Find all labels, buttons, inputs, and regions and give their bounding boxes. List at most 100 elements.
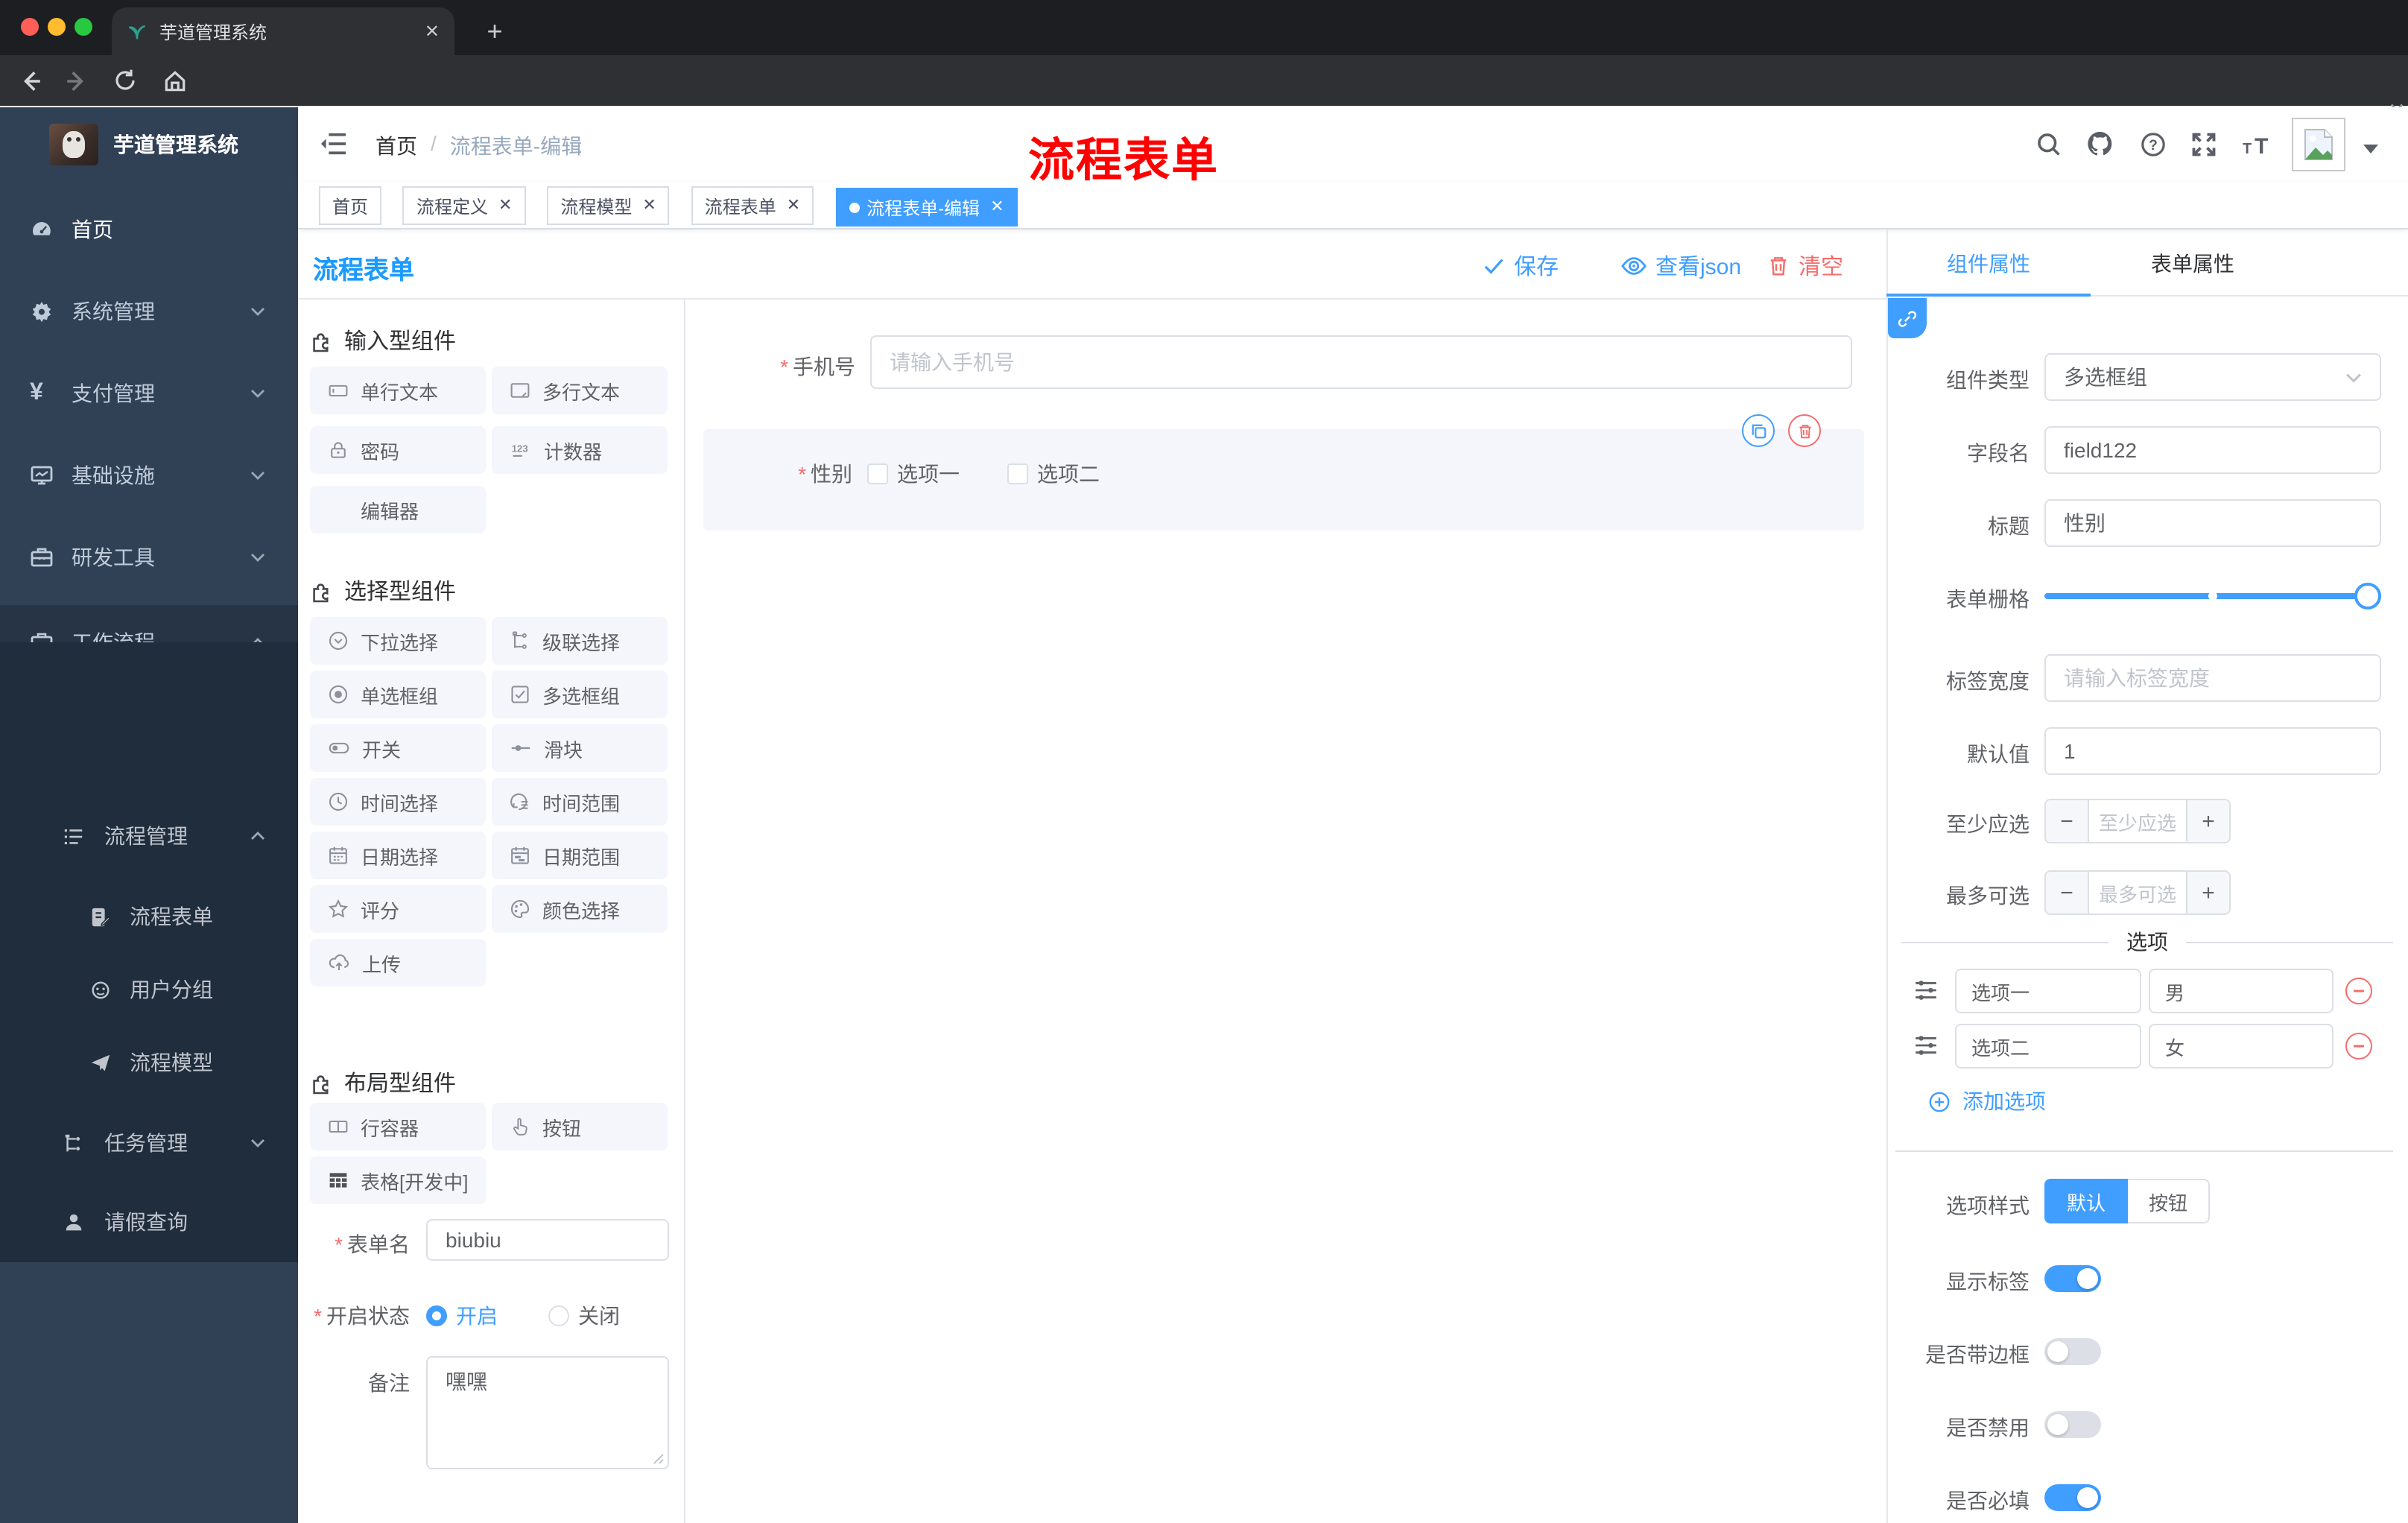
sidebar-item-leave-query[interactable]: 请假查询: [0, 1185, 298, 1259]
search-icon[interactable]: [2035, 131, 2062, 158]
drag-handle-icon[interactable]: [1913, 978, 1939, 1003]
tag-process-model[interactable]: 流程模型 ✕: [547, 186, 670, 225]
remove-option2-button[interactable]: [2345, 1033, 2372, 1060]
gender-checkbox-option1[interactable]: 选项一: [867, 459, 960, 489]
sidebar-item-process-model[interactable]: 流程模型: [0, 1025, 298, 1100]
app-logo[interactable]: 芋道管理系统: [0, 107, 298, 182]
component-button[interactable]: 按钮: [492, 1103, 668, 1150]
drag-handle-icon[interactable]: [1913, 1033, 1939, 1058]
tag-process-definition[interactable]: 流程定义 ✕: [402, 186, 526, 225]
stepper-plus-button[interactable]: +: [2187, 872, 2229, 914]
component-single-text[interactable]: 单行文本: [310, 367, 486, 414]
tag-process-form[interactable]: 流程表单 ✕: [691, 186, 814, 225]
tab-component-props[interactable]: 组件属性: [1886, 229, 2091, 298]
sidebar-item-task-manage[interactable]: 任务管理: [0, 1106, 298, 1180]
hamburger-icon[interactable]: [319, 131, 347, 156]
option2-value-input[interactable]: 女: [2149, 1024, 2333, 1068]
component-slider[interactable]: 滑块: [492, 724, 668, 772]
component-time-picker[interactable]: 时间选择: [310, 778, 486, 826]
font-size-icon[interactable]: TT: [2241, 133, 2271, 156]
component-multi-text[interactable]: 多行文本: [492, 367, 668, 414]
component-rate[interactable]: 评分: [310, 885, 486, 933]
component-checkbox-group[interactable]: 多选框组: [492, 671, 668, 718]
breadcrumb-home[interactable]: 首页: [376, 131, 417, 161]
stepper-minus-button[interactable]: −: [2046, 800, 2088, 842]
doc-link-tag[interactable]: [1888, 298, 1927, 338]
gender-checkbox-option2[interactable]: 选项二: [1007, 459, 1100, 489]
disabled-toggle[interactable]: [2044, 1411, 2101, 1438]
grid-slider[interactable]: [2044, 583, 2381, 609]
tag-close-icon[interactable]: ✕: [990, 198, 1004, 215]
sidebar-item-home[interactable]: 首页: [0, 192, 298, 267]
textarea-resize-handle[interactable]: [653, 1453, 665, 1465]
option1-label-input[interactable]: 选项一: [1955, 969, 2141, 1013]
tab-close-icon[interactable]: ✕: [425, 21, 440, 42]
component-select[interactable]: 下拉选择: [310, 617, 486, 665]
component-radio-group[interactable]: 单选框组: [310, 671, 486, 718]
stepper-plus-button[interactable]: +: [2187, 800, 2229, 842]
delete-component-button[interactable]: [1788, 414, 1821, 447]
title-input[interactable]: 性别: [2044, 499, 2381, 547]
option1-value-input[interactable]: 男: [2149, 969, 2333, 1013]
show-label-toggle[interactable]: [2044, 1265, 2101, 1292]
sidebar-item-payment[interactable]: ¥ 支付管理: [0, 356, 298, 431]
status-radio-on[interactable]: 开启: [426, 1301, 498, 1331]
component-upload[interactable]: 上传: [310, 939, 486, 987]
status-radio-off[interactable]: 关闭: [548, 1301, 620, 1331]
sidebar-item-process-form[interactable]: 流程表单: [0, 879, 298, 954]
tag-close-icon[interactable]: ✕: [642, 197, 656, 214]
min-select-stepper[interactable]: − 至少应选 +: [2044, 799, 2231, 843]
avatar[interactable]: [2292, 118, 2345, 171]
label-width-input[interactable]: 请输入标签宽度: [2044, 654, 2381, 702]
component-type-select[interactable]: 多选框组: [2044, 353, 2381, 401]
traffic-close-button[interactable]: [21, 18, 39, 36]
component-cascader[interactable]: 级联选择: [492, 617, 668, 665]
home-icon[interactable]: [161, 67, 188, 94]
component-switch[interactable]: 开关: [310, 724, 486, 772]
field-name-input[interactable]: field122: [2044, 426, 2381, 474]
component-row-container[interactable]: 行容器: [310, 1103, 486, 1150]
component-date-range[interactable]: 日期范围: [492, 832, 668, 879]
sidebar-item-process-manage[interactable]: 流程管理: [0, 799, 298, 873]
component-table[interactable]: 表格[开发中]: [310, 1156, 486, 1204]
sidebar-item-devtools[interactable]: 研发工具: [0, 520, 298, 595]
required-toggle[interactable]: [2044, 1484, 2101, 1511]
phone-field-input[interactable]: 请输入手机号: [870, 335, 1852, 389]
avatar-caret-icon[interactable]: [2363, 145, 2378, 153]
remark-textarea[interactable]: [426, 1356, 669, 1469]
max-select-stepper[interactable]: − 最多可选 +: [2044, 870, 2231, 915]
reload-icon[interactable]: [112, 67, 139, 94]
default-value-input[interactable]: 1: [2044, 727, 2381, 775]
copy-component-button[interactable]: [1742, 414, 1775, 447]
style-button-button[interactable]: 按钮: [2128, 1179, 2210, 1223]
browser-tab[interactable]: 芋道管理系统 ✕: [112, 7, 454, 55]
slider-handle[interactable]: [2354, 583, 2381, 609]
traffic-zoom-button[interactable]: [75, 18, 92, 36]
sidebar-item-user-group[interactable]: 用户分组: [0, 952, 298, 1027]
help-icon[interactable]: ?: [2140, 131, 2167, 158]
option2-label-input[interactable]: 选项二: [1955, 1024, 2141, 1068]
form-name-input[interactable]: [426, 1219, 669, 1261]
component-password[interactable]: 密码: [310, 426, 486, 474]
back-icon[interactable]: [16, 67, 43, 94]
tag-home[interactable]: 首页: [319, 186, 382, 225]
forward-icon[interactable]: [63, 67, 89, 94]
stepper-input[interactable]: 最多可选: [2088, 872, 2187, 914]
component-counter[interactable]: 123 计数器: [492, 426, 668, 474]
add-option-button[interactable]: 添加选项: [1928, 1086, 2046, 1116]
tab-form-props[interactable]: 表单属性: [2091, 229, 2295, 298]
component-time-range[interactable]: 时间范围: [492, 778, 668, 826]
view-json-button[interactable]: 查看json: [1621, 244, 1785, 286]
sidebar-item-system[interactable]: 系统管理: [0, 274, 298, 349]
fullscreen-icon[interactable]: [2190, 131, 2217, 158]
remove-option1-button[interactable]: [2345, 978, 2372, 1004]
sidebar-item-infra[interactable]: 基础设施: [0, 438, 298, 513]
stepper-minus-button[interactable]: −: [2046, 872, 2088, 914]
tag-process-form-edit[interactable]: 流程表单-编辑 ✕: [835, 188, 1018, 227]
github-icon[interactable]: [2086, 130, 2114, 158]
border-toggle[interactable]: [2044, 1338, 2101, 1365]
component-editor[interactable]: 编辑器: [310, 486, 486, 533]
component-date-picker[interactable]: 日期选择: [310, 832, 486, 879]
component-color-picker[interactable]: 颜色选择: [492, 885, 668, 933]
stepper-input[interactable]: 至少应选: [2088, 800, 2187, 842]
